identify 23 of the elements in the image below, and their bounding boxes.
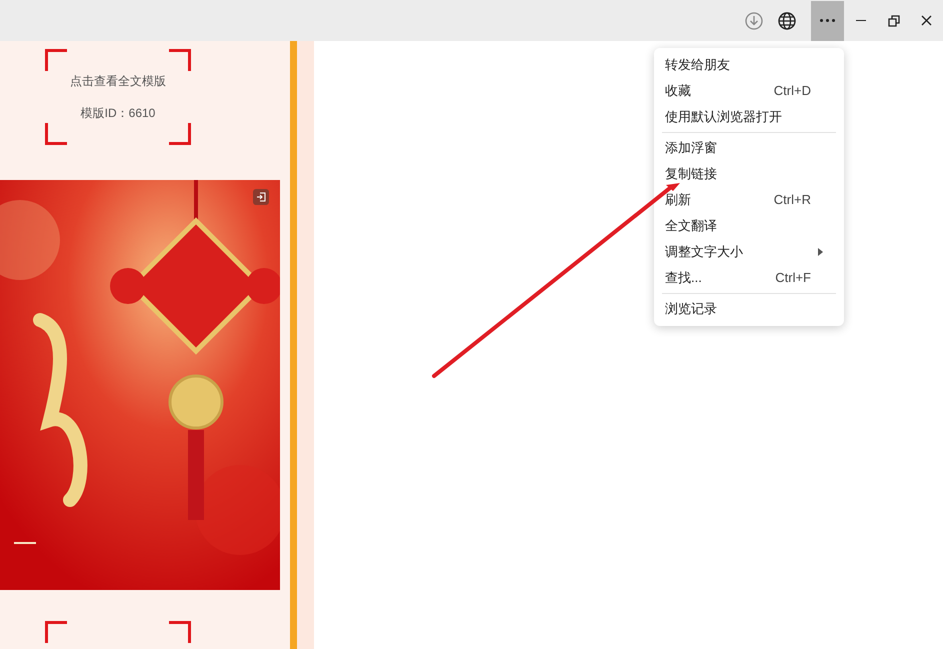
close-icon — [921, 15, 932, 26]
menu-item[interactable]: 浏览记录 — [662, 296, 836, 322]
menu-item[interactable]: 复制链接 — [662, 161, 836, 187]
corner-ornament-icon — [169, 123, 191, 145]
restore-icon — [888, 14, 900, 26]
corner-ornament-icon — [169, 621, 191, 643]
menu-item[interactable]: 转发给朋友 — [662, 52, 836, 78]
menu-item[interactable]: 全文翻译 — [662, 213, 836, 239]
view-template-link[interactable]: 点击查看全文模版 — [70, 72, 166, 90]
corner-ornament-icon — [45, 123, 67, 145]
download-icon[interactable] — [745, 12, 763, 30]
menu-item[interactable]: 刷新 Ctrl+R — [662, 187, 836, 213]
corner-ornament-icon — [45, 621, 67, 643]
menu-item[interactable]: 添加浮窗 — [662, 135, 836, 161]
exit-icon[interactable] — [253, 189, 269, 205]
template-id: 模版ID：6610 — [80, 105, 156, 122]
corner-ornament-icon — [45, 49, 67, 71]
globe-icon[interactable] — [778, 12, 796, 30]
menu-item[interactable]: 调整文字大小 — [662, 239, 836, 265]
menu-item[interactable]: 收藏 Ctrl+D — [662, 78, 836, 104]
menu-item[interactable]: 查找... Ctrl+F — [662, 265, 836, 291]
corner-ornament-icon — [169, 49, 191, 71]
menu-item[interactable]: 使用默认浏览器打开 — [662, 104, 836, 130]
